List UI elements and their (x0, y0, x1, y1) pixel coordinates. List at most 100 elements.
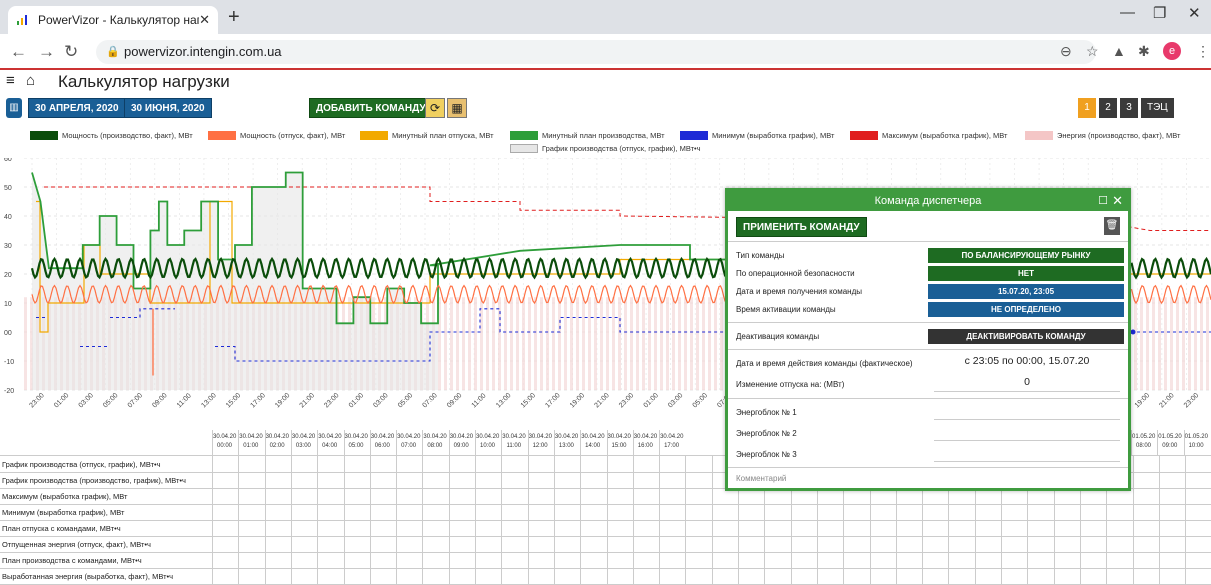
received-datetime-button[interactable]: 15.07.20, 23:05 (928, 284, 1124, 299)
comment-field[interactable]: Комментарий (736, 474, 786, 483)
energy-bar (570, 297, 573, 390)
energy-bar (1158, 297, 1161, 390)
back-icon[interactable]: ← (10, 42, 27, 62)
unit-2-input[interactable] (934, 440, 1120, 441)
energy-bar (1146, 297, 1149, 390)
add-command-button[interactable]: ДОБАВИТЬ КОМАНДУ (309, 98, 433, 118)
table-header-cell: 01.05.20 10:00 (1183, 430, 1208, 456)
table-row-label: Выработанная энергия (выработка, факт), … (2, 572, 174, 581)
energy-bar (492, 297, 495, 390)
energy-bar (696, 297, 699, 390)
profile-avatar[interactable]: e (1163, 42, 1181, 60)
x-tick-label: 07:00 (127, 392, 144, 409)
powervizor-favicon-icon (17, 15, 27, 25)
legend-item[interactable]: Энергия (производство, факт), МВт (1025, 131, 1180, 140)
energy-bar (504, 297, 507, 390)
legend-item[interactable]: Минутный план отпуска, МВт (360, 131, 494, 140)
command-type-select[interactable]: ПО БАЛАНСИРУЮЩЕМУ РЫНКУ (928, 248, 1124, 263)
security-select[interactable]: НЕТ (928, 266, 1124, 281)
x-tick-label: 23:00 (1183, 392, 1200, 409)
tab-close-icon[interactable]: ✕ (199, 12, 210, 28)
new-tab-button[interactable]: + (228, 6, 240, 29)
reload-icon[interactable]: ↻ (64, 42, 78, 62)
security-label: По операционной безопасности (736, 269, 855, 278)
browser-menu-icon[interactable]: ⋮ (1196, 43, 1210, 60)
page-button-2[interactable]: 2 (1099, 98, 1117, 118)
legend-item[interactable]: Максимум (выработка график), МВт (850, 131, 1007, 140)
energy-bar (582, 297, 585, 390)
energy-bar (558, 297, 561, 390)
x-tick-label: 15:00 (520, 392, 537, 409)
date-to-button[interactable]: 30 ИЮНЯ, 2020 (124, 98, 212, 118)
close-panel-icon[interactable]: ✕ (1112, 191, 1123, 211)
minimize-window-icon[interactable]: — (1120, 4, 1135, 21)
energy-bar (678, 297, 681, 390)
energy-bar (600, 297, 603, 390)
energy-bar (576, 297, 579, 390)
energy-bar (612, 297, 615, 390)
page-button-3[interactable]: 3 (1120, 98, 1138, 118)
divider (728, 241, 1128, 242)
table-row: Выработанная энергия (выработка, факт), … (0, 568, 1211, 585)
energy-bar (606, 297, 609, 390)
home-icon[interactable]: ⌂ (26, 72, 35, 89)
extension-icon[interactable]: ▲ (1112, 43, 1126, 59)
y-tick-label: 40 (4, 214, 12, 221)
series-min-point (1130, 329, 1136, 335)
zoom-icon[interactable]: ⊖ (1060, 43, 1072, 60)
x-tick-label: 01:00 (643, 392, 660, 409)
url-field[interactable]: 🔒 powervizor.intengin.com.ua (96, 40, 1096, 64)
energy-bar (1206, 297, 1209, 390)
x-tick-label: 21:00 (593, 392, 610, 409)
hamburger-menu-icon[interactable]: ≡ (6, 72, 15, 89)
unit-3-input[interactable] (934, 461, 1120, 462)
lock-icon: 🔒 (106, 46, 120, 58)
unit-1-input[interactable] (934, 419, 1120, 420)
divider (728, 467, 1128, 468)
change-input[interactable]: 0 (934, 376, 1120, 388)
energy-bar (1176, 297, 1179, 390)
bookmark-star-icon[interactable]: ☆ (1086, 43, 1099, 60)
calendar-icon[interactable]: ▥ (6, 98, 22, 118)
date-from-button[interactable]: 30 АПРЕЛЯ, 2020 (28, 98, 126, 118)
delete-icon[interactable]: 🗑 (1104, 217, 1120, 235)
close-window-icon[interactable]: ✕ (1188, 4, 1201, 22)
forward-icon[interactable]: → (38, 42, 55, 62)
change-label: Изменение отпуска на: (МВт) (736, 380, 845, 389)
restore-window-icon[interactable]: ❐ (1153, 4, 1166, 22)
table-header-cell: 30.04.20 11:00 (501, 430, 526, 456)
energy-bar (654, 297, 657, 390)
legend-item[interactable]: График производства (отпуск, график), МВ… (510, 144, 701, 153)
tec-button[interactable]: ТЭЦ (1141, 98, 1174, 118)
x-tick-label: 23:00 (323, 392, 340, 409)
x-tick-label: 03:00 (78, 392, 95, 409)
x-tick-label: 23:00 (28, 392, 45, 409)
maximize-panel-icon[interactable]: ☐ (1098, 191, 1108, 211)
deactivate-command-button[interactable]: ДЕАКТИВИРОВАТЬ КОМАНДУ (928, 329, 1124, 344)
legend-item[interactable]: Мощность (отпуск, факт), МВт (208, 131, 345, 140)
energy-bar (468, 297, 471, 390)
legend-item[interactable]: Минутный план производства, МВт (510, 131, 665, 140)
energy-bar (624, 297, 627, 390)
table-header-cell: 30.04.20 01:00 (238, 430, 263, 456)
x-tick-label: 13:00 (200, 392, 217, 409)
energy-bar (552, 297, 555, 390)
table-header-cell: 30.04.20 09:00 (448, 430, 473, 456)
apply-command-button[interactable]: ПРИМЕНИТЬ КОМАНДУ (736, 217, 867, 237)
browser-tab[interactable]: PowerVizor - Калькулятор нагрузки ✕ (8, 6, 218, 34)
unit-1-label: Энергоблок № 1 (736, 408, 797, 417)
x-tick-label: 23:00 (618, 392, 635, 409)
activation-time-button[interactable]: НЕ ОПРЕДЕЛЕНО (928, 302, 1124, 317)
energy-bar (1200, 297, 1203, 390)
legend-item[interactable]: Минимум (выработка график), МВт (680, 131, 834, 140)
legend-item[interactable]: Мощность (производство, факт), МВт (30, 131, 193, 140)
energy-bar (480, 297, 483, 390)
refresh-icon[interactable]: ⟳ (425, 98, 445, 118)
puzzle-extensions-icon[interactable]: ✱ (1138, 43, 1150, 60)
x-tick-label: 19:00 (274, 392, 291, 409)
page-title: Калькулятор нагрузки (58, 72, 230, 91)
table-row: План производства с командами, МВт•ч (0, 552, 1211, 569)
divider (728, 349, 1128, 350)
calculator-icon[interactable]: ▦ (447, 98, 467, 118)
page-button-1[interactable]: 1 (1078, 98, 1096, 118)
